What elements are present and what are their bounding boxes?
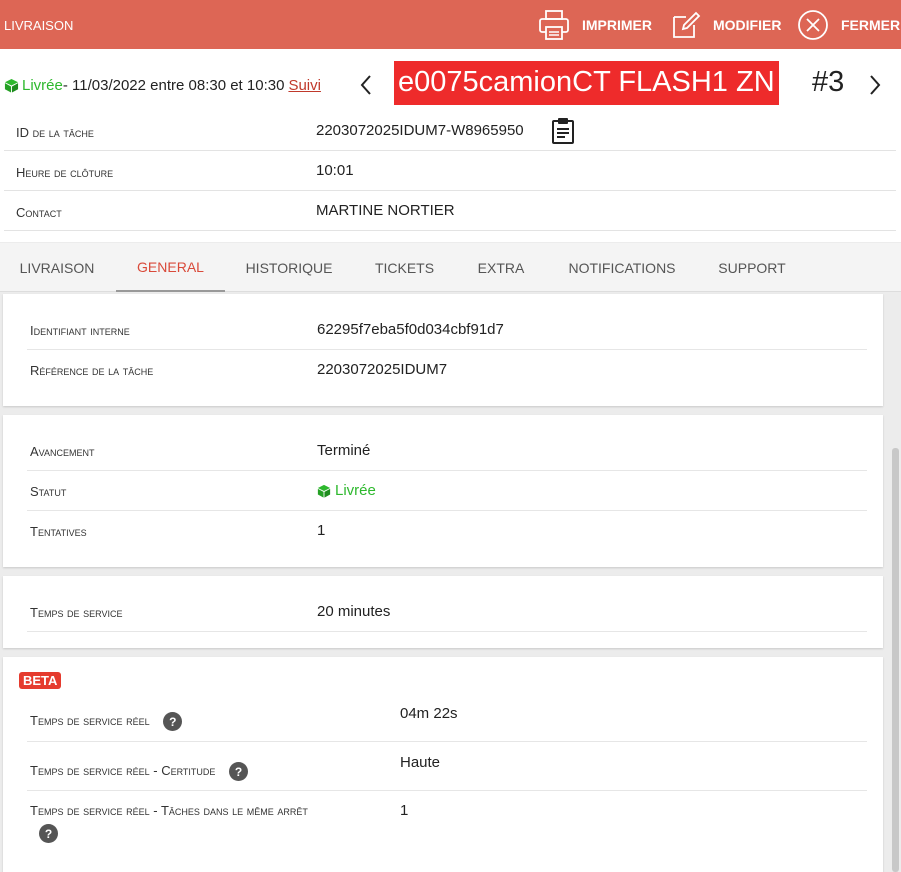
- print-button[interactable]: IMPRIMER: [538, 10, 652, 40]
- contact-row: Contact MARTINE NORTIER: [4, 191, 896, 231]
- close-button[interactable]: FERMER: [797, 10, 900, 40]
- next-button[interactable]: [864, 72, 886, 98]
- same-stop-tasks-label: Temps de service réel - Tâches dans le m…: [30, 803, 308, 818]
- chevron-left-icon: [360, 75, 371, 95]
- status-field-text: Livrée: [335, 482, 376, 499]
- tab-extra[interactable]: EXTRA: [466, 243, 536, 292]
- cube-icon: [4, 78, 19, 93]
- tab-bar: LIVRAISON GENERAL HISTORIQUE TICKETS EXT…: [0, 243, 901, 292]
- tab-livraison[interactable]: LIVRAISON: [8, 243, 106, 292]
- status-row: Statut Livrée: [27, 471, 867, 511]
- top-bar: LIVRAISON IMPRIMER MODIFIER FERMER: [0, 0, 901, 49]
- chevron-right-icon: [870, 75, 881, 95]
- service-time-label: Temps de service: [30, 605, 123, 620]
- scrollbar[interactable]: [892, 448, 899, 872]
- internal-id-label: Identifiant interne: [30, 323, 130, 338]
- edit-label: MODIFIER: [713, 17, 782, 33]
- real-service-certainty-value: Haute: [400, 754, 441, 771]
- window-title: LIVRAISON: [4, 18, 74, 33]
- beta-card: BETA Temps de service réel ? 04m 22s Tem…: [3, 657, 883, 872]
- progress-label: Avancement: [30, 444, 95, 459]
- real-service-time-value: 04m 22s: [400, 705, 458, 722]
- vehicle-badge: e0075camionCT FLASH1 ZN: [394, 61, 779, 105]
- attempts-value: 1: [317, 522, 326, 539]
- print-label: IMPRIMER: [582, 17, 652, 33]
- contact-value: MARTINE NORTIER: [316, 202, 455, 219]
- clipboard-icon: [552, 118, 574, 144]
- help-icon[interactable]: ?: [39, 824, 58, 843]
- attempts-label: Tentatives: [30, 524, 87, 539]
- closing-time-value: 10:01: [316, 162, 354, 179]
- printer-icon: [539, 10, 569, 40]
- internal-id-row: Identifiant interne 62295f7eba5f0d034cbf…: [27, 310, 867, 350]
- progress-card: Avancement Terminé Statut Livrée Tentati…: [3, 415, 883, 567]
- tab-support[interactable]: SUPPORT: [707, 243, 797, 292]
- vehicle-number: #3: [812, 66, 845, 98]
- follow-link[interactable]: Suivi: [288, 77, 321, 94]
- real-service-time-row: Temps de service réel ? 04m 22s: [27, 693, 867, 742]
- same-stop-tasks-value: 1: [400, 802, 409, 819]
- help-icon[interactable]: ?: [229, 762, 249, 781]
- contact-label: Contact: [16, 205, 62, 220]
- task-id-label: ID de la tâche: [16, 125, 94, 140]
- status-label: Livrée: [22, 77, 63, 94]
- task-reference-value: 2203072025IDUM7: [317, 361, 448, 378]
- close-circle-icon: [798, 10, 828, 40]
- tab-historique[interactable]: HISTORIQUE: [235, 243, 343, 292]
- copy-id-button[interactable]: [551, 117, 575, 150]
- tab-tickets[interactable]: TICKETS: [362, 243, 447, 292]
- task-id-row: ID de la tâche 2203072025IDUM7-W8965950: [4, 111, 896, 151]
- status-field-label: Statut: [30, 484, 67, 499]
- close-label: FERMER: [841, 17, 901, 33]
- task-reference-label: Référence de la tâche: [30, 363, 154, 378]
- identifiers-card: Identifiant interne 62295f7eba5f0d034cbf…: [3, 294, 883, 406]
- tab-notifications[interactable]: NOTIFICATIONS: [557, 243, 687, 292]
- status-line: Livrée - 11/03/2022 entre 08:30 et 10:30…: [4, 77, 321, 94]
- real-service-time-label: Temps de service réel: [30, 712, 150, 728]
- beta-badge: BETA: [19, 672, 62, 689]
- service-time-value: 20 minutes: [317, 603, 391, 620]
- tab-general[interactable]: GENERAL: [116, 243, 225, 292]
- closing-time-row: Heure de clôture 10:01: [4, 151, 896, 191]
- real-service-certainty-label-wrap: Temps de service réel - Certitude ?: [30, 762, 249, 781]
- real-service-certainty-row: Temps de service réel - Certitude ? Haut…: [27, 742, 867, 791]
- task-id-value: 2203072025IDUM7-W8965950: [316, 122, 524, 139]
- attempts-row: Tentatives 1: [27, 511, 867, 551]
- progress-value: Terminé: [317, 442, 371, 459]
- edit-icon: [673, 11, 701, 38]
- closing-time-label: Heure de clôture: [16, 165, 114, 180]
- real-service-certainty-label: Temps de service réel - Certitude: [30, 762, 216, 778]
- cube-icon: [317, 484, 331, 498]
- progress-row: Avancement Terminé: [27, 431, 867, 471]
- internal-id-value: 62295f7eba5f0d034cbf91d7: [317, 321, 504, 338]
- service-time-row: Temps de service 20 minutes: [27, 592, 867, 632]
- previous-button[interactable]: [355, 72, 377, 98]
- same-stop-tasks-row: Temps de service réel - Tâches dans le m…: [27, 791, 867, 861]
- delivery-schedule: - 11/03/2022 entre 08:30 et 10:30: [62, 77, 285, 94]
- service-card: Temps de service 20 minutes: [3, 576, 883, 648]
- task-reference-row: Référence de la tâche 2203072025IDUM7: [27, 350, 867, 390]
- status-field-value: Livrée: [317, 482, 376, 499]
- help-icon[interactable]: ?: [163, 712, 183, 731]
- edit-button[interactable]: MODIFIER: [671, 10, 781, 40]
- real-service-time-label-wrap: Temps de service réel ?: [30, 712, 183, 731]
